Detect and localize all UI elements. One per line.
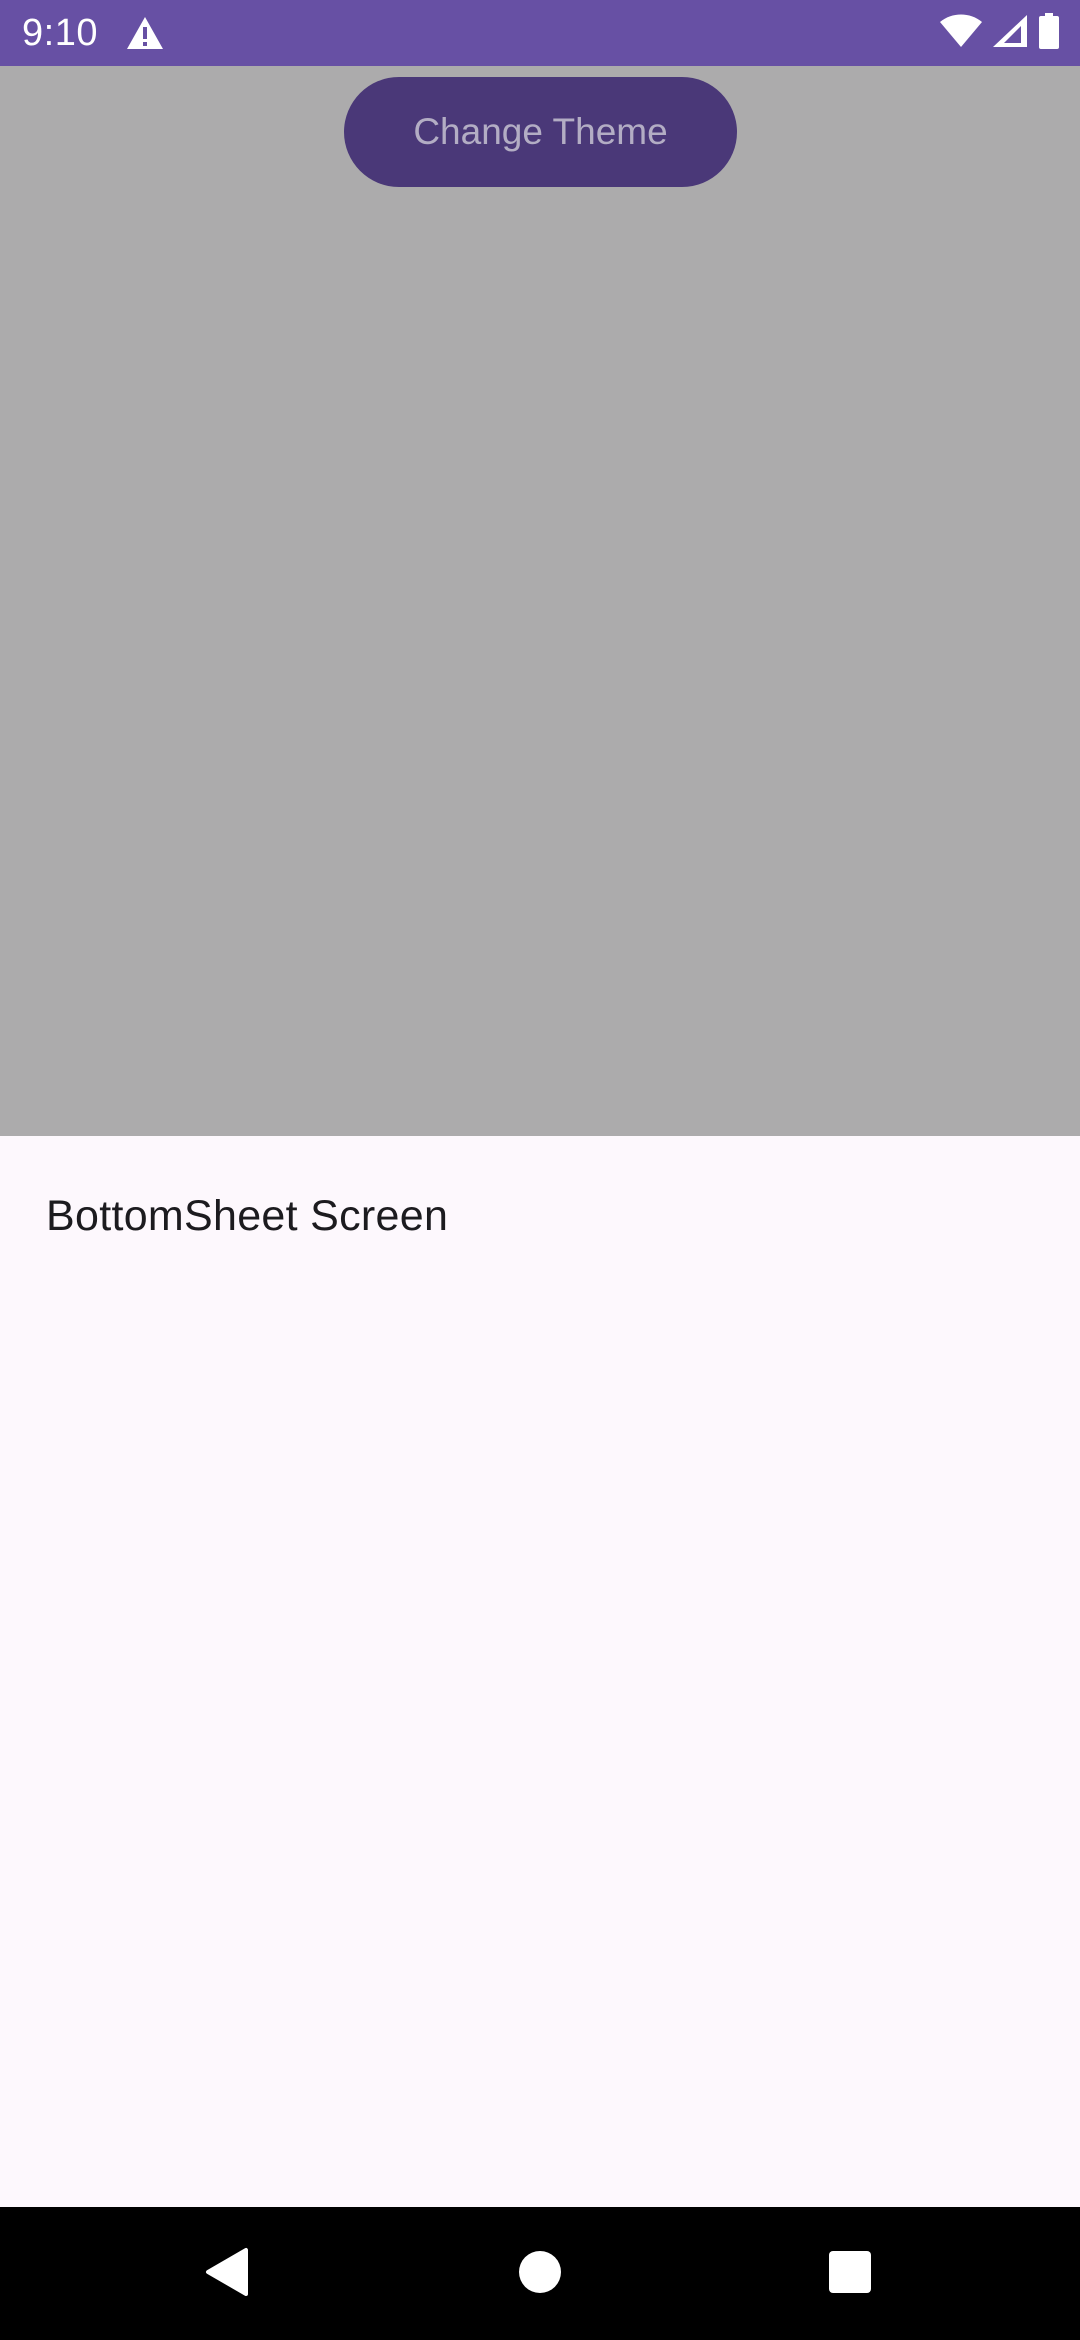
change-theme-button[interactable]: Change Theme <box>344 77 737 187</box>
recents-icon <box>829 2251 871 2293</box>
main-content-scrim[interactable]: Change Theme <box>0 66 1080 1136</box>
home-icon <box>519 2251 561 2293</box>
recents-button[interactable] <box>815 2237 885 2307</box>
bottom-sheet-title: BottomSheet Screen <box>46 1192 449 1240</box>
home-button[interactable] <box>505 2237 575 2307</box>
status-bar: 9:10 <box>0 0 1080 66</box>
back-button[interactable] <box>192 2237 262 2307</box>
warning-icon <box>126 16 164 50</box>
signal-icon <box>992 14 1028 53</box>
battery-icon <box>1038 12 1060 54</box>
bottom-sheet: BottomSheet Screen <box>0 1136 1080 2207</box>
wifi-icon <box>940 14 982 53</box>
status-icons <box>940 12 1060 54</box>
navigation-bar <box>0 2207 1080 2340</box>
status-time: 9:10 <box>22 12 98 54</box>
back-icon <box>206 2248 248 2296</box>
